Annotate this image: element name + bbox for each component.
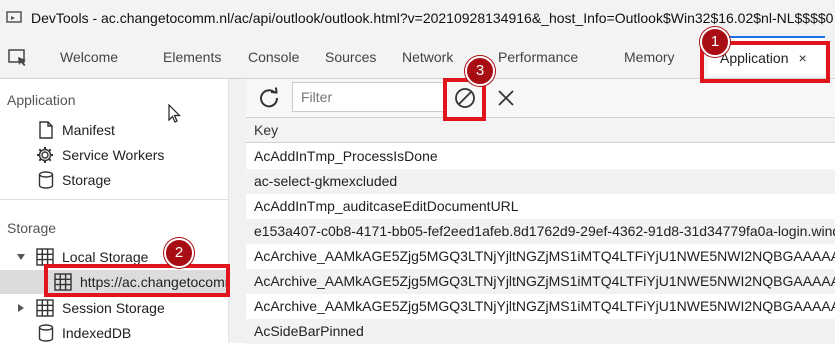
- sidebar-section-storage: Storage: [7, 220, 57, 236]
- delete-selected-icon[interactable]: [496, 88, 516, 108]
- table-row[interactable]: AcSideBarPinned: [246, 319, 835, 344]
- table-row[interactable]: AcAddInTmp_ProcessIsDone: [246, 144, 835, 169]
- callout-local-storage-origin: [44, 264, 230, 297]
- tab-network[interactable]: Network: [402, 36, 453, 78]
- tab-label: Performance: [498, 49, 579, 65]
- storage-panel: Key AcAddInTmp_ProcessIsDone ac-select-g…: [246, 79, 835, 344]
- sidebar-item-manifest[interactable]: Manifest: [38, 118, 115, 142]
- tab-label: Sources: [325, 49, 377, 65]
- tab-performance[interactable]: Performance: [498, 36, 578, 78]
- table-row[interactable]: AcArchive_AAMkAGE5Zjg5MGQ3LTNjYjltNGZjMS…: [246, 269, 835, 294]
- table-row[interactable]: AcAddInTmp_auditcaseEditDocumentURL: [246, 194, 835, 219]
- sidebar-section-application: Application: [7, 92, 76, 108]
- table-row[interactable]: AcArchive_AAMkAGE5Zjg5MGQ3LTNjYjltNGZjMS…: [246, 244, 835, 269]
- caret-right-icon[interactable]: [16, 303, 26, 313]
- database-icon: [38, 171, 54, 189]
- devtools-icon: [6, 11, 22, 23]
- table-row[interactable]: e153a407-c0b8-4171-bb05-fef2eed1afeb.8d1…: [246, 219, 835, 244]
- sidebar-item-label: Session Storage: [62, 300, 165, 316]
- table-row[interactable]: ac-select-gkmexcluded: [246, 169, 835, 194]
- refresh-icon[interactable]: [258, 87, 280, 109]
- table-row[interactable]: AcArchive_AAMkAGE5Zjg5MGQ3LTNjYjltNGZjMS…: [246, 294, 835, 319]
- sidebar-item-indexeddb[interactable]: IndexedDB: [38, 321, 131, 345]
- callout-badge-1: 1: [700, 27, 730, 57]
- database-icon: [38, 324, 54, 342]
- tab-label: Welcome: [60, 49, 119, 65]
- sidebar-divider: [0, 199, 245, 200]
- sidebar-item-storage[interactable]: Storage: [38, 168, 111, 192]
- sidebar-item-session-storage[interactable]: Session Storage: [16, 296, 165, 320]
- tab-label: Elements: [163, 49, 222, 65]
- tab-label: Memory: [624, 49, 675, 65]
- tab-elements[interactable]: Elements: [163, 36, 221, 78]
- sidebar-item-label: Manifest: [62, 122, 115, 138]
- tab-console[interactable]: Console: [248, 36, 299, 78]
- caret-down-icon[interactable]: [16, 252, 26, 262]
- callout-badge-3: 3: [465, 56, 495, 86]
- grid-icon: [36, 299, 54, 317]
- inspect-element-icon[interactable]: [8, 48, 28, 68]
- filter-input[interactable]: [292, 82, 444, 112]
- application-sidebar: Application Manifest Service Workers Sto…: [0, 79, 246, 343]
- sidebar-item-service-workers[interactable]: Service Workers: [36, 143, 164, 167]
- tab-label: Network: [402, 49, 454, 65]
- tab-memory[interactable]: Memory: [624, 36, 675, 78]
- callout-badge-2: 2: [164, 238, 194, 268]
- document-icon: [39, 121, 53, 139]
- storage-toolbar: [246, 79, 835, 118]
- sidebar-scrollbar[interactable]: [228, 79, 246, 343]
- sidebar-item-label: Storage: [62, 172, 112, 188]
- tab-welcome[interactable]: Welcome: [60, 36, 118, 78]
- column-header-key[interactable]: Key: [246, 118, 835, 143]
- sidebar-item-label: IndexedDB: [62, 325, 132, 341]
- window-title: DevTools - ac.changetocomm.nl/ac/api/out…: [31, 10, 834, 26]
- gear-icon: [37, 147, 53, 163]
- mouse-cursor-icon: [168, 104, 181, 123]
- tab-sources[interactable]: Sources: [325, 36, 376, 78]
- tab-label: Console: [248, 49, 300, 65]
- sidebar-item-label: Service Workers: [62, 147, 165, 163]
